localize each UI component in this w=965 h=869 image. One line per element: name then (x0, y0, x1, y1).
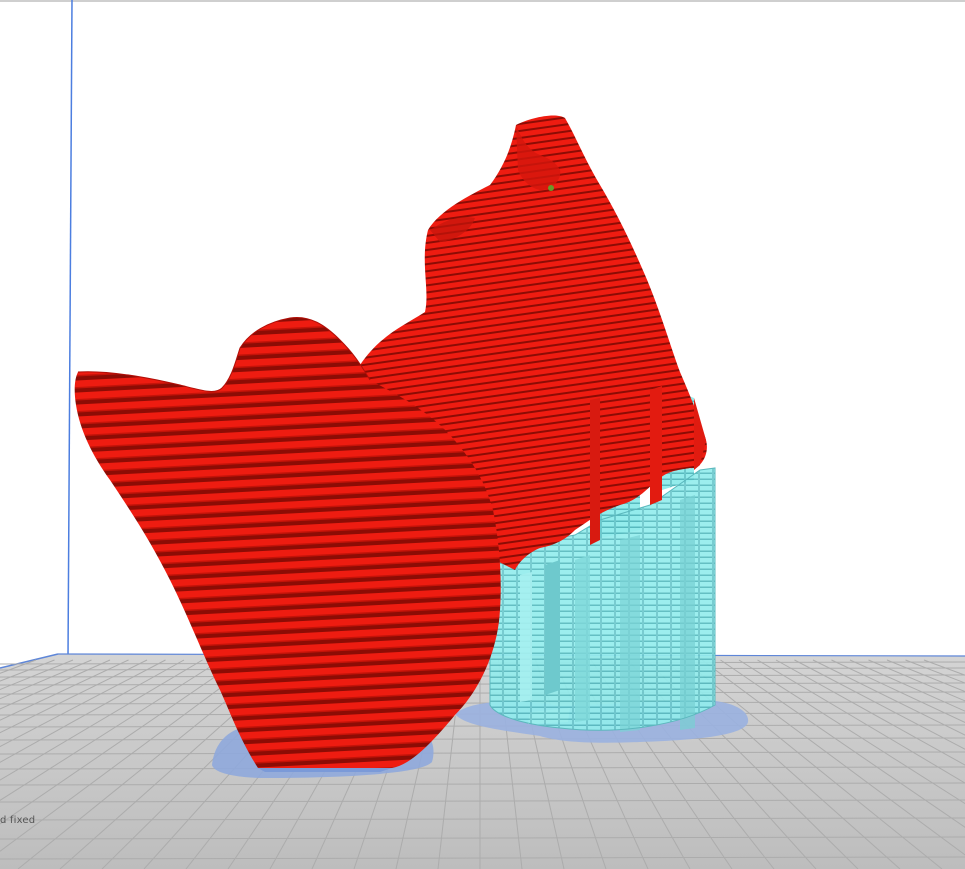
3d-viewport[interactable]: d fixed (0, 0, 965, 869)
build-plate (0, 653, 965, 869)
slab-support-base (258, 768, 392, 772)
scene-canvas[interactable] (0, 0, 965, 869)
status-text: d fixed (0, 815, 36, 826)
